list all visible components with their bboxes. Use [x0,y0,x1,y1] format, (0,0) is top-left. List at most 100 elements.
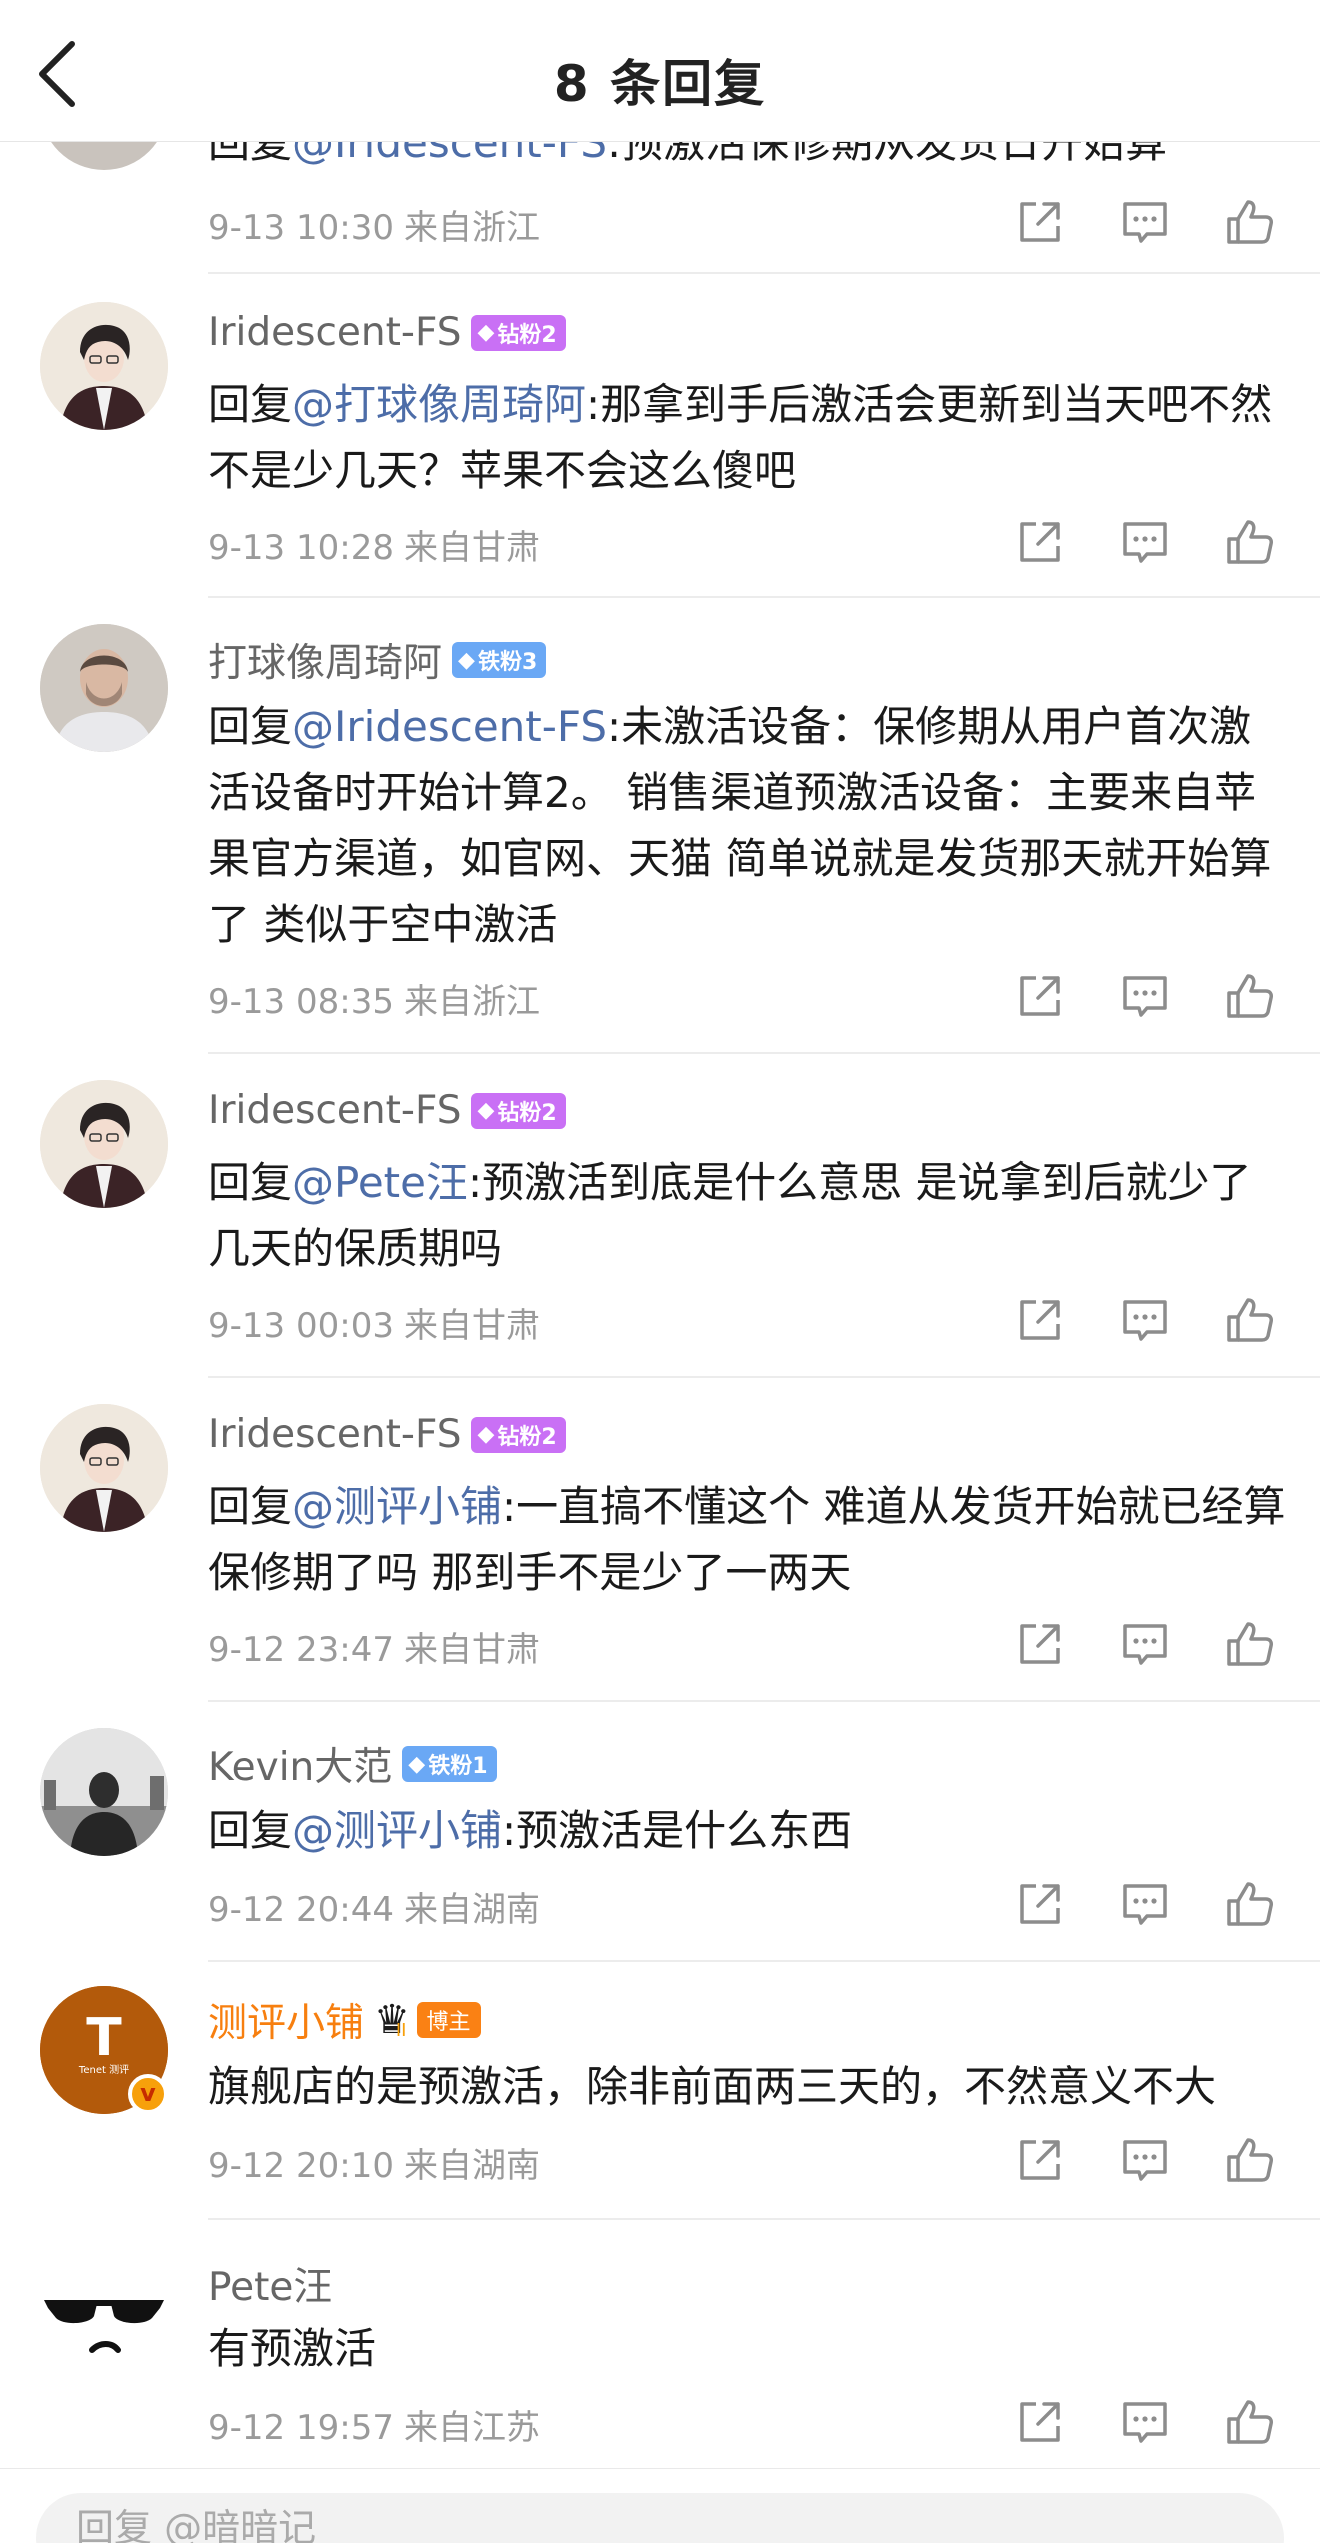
fan-badge: ◆ 铁粉1 [402,1746,497,1782]
share-icon [1020,1300,1060,1340]
timestamp: 9-13 10:30 [208,208,394,248]
mention-link[interactable]: @Pete汪 [292,1158,468,1207]
like-button[interactable] [1222,2394,1278,2450]
comment-button[interactable] [1117,2394,1173,2450]
share-icon [1020,976,1060,1016]
gem-icon: ◆ [477,1422,495,1447]
gem-icon: ◆ [458,647,475,673]
gem-icon: ◆ [477,320,495,345]
divider [208,1376,1320,1378]
username[interactable]: 打球像周琦阿 ◆ 铁粉3 [208,632,547,688]
comment-text: 回复@Iridescent-FS:未激活设备：保修期从用户首次激活设备时开始计算… [208,702,1272,949]
avatar[interactable] [40,624,168,752]
mention-link[interactable]: @打球像周琦阿 [292,380,586,429]
reply-list: 回复@Iridescent-FS:预激活保修期从发货日开始算 9-13 10:3… [0,142,1320,2480]
gem-icon: ◆ [408,1751,426,1777]
crown-level: II [395,2019,407,2041]
comment-button[interactable] [1117,2132,1173,2188]
thumbs-up-icon [1227,974,1273,1018]
username[interactable]: Iridescent-FS ◆ 钻粉2 [208,1088,566,1133]
timestamp: 9-12 19:57 [208,2408,394,2448]
reply-bar: 回复 @暗暗记 [0,2468,1320,2543]
avatar[interactable] [40,2246,168,2374]
timestamp: 9-12 20:10 [208,2146,394,2186]
username[interactable]: Iridescent-FS ◆ 钻粉2 [208,1412,566,1457]
mention-link[interactable]: @Iridescent-FS [292,142,607,167]
reply-input[interactable]: 回复 @暗暗记 [36,2493,1284,2543]
comment-button[interactable] [1117,1292,1173,1348]
divider [208,2218,1320,2220]
location: 来自江苏 [403,2408,540,2448]
timestamp: 9-13 08:35 [208,982,394,1022]
avatar[interactable] [40,1404,168,1532]
like-button[interactable] [1222,968,1278,1024]
share-icon [1020,522,1060,562]
anime-avatar-image [40,1080,168,1208]
thumbs-up-icon [1227,200,1273,244]
avatar[interactable] [40,1728,168,1856]
comment-text: 有预激活 [208,2324,377,2373]
share-button[interactable] [1012,968,1068,1024]
comment-icon [1123,2140,1167,2181]
share-button[interactable] [1012,1876,1068,1932]
avatar[interactable] [40,142,168,170]
photo-avatar-image [40,624,168,752]
like-button[interactable] [1222,1292,1278,1348]
thumbs-up-icon [1227,1298,1273,1342]
blogger-badge: 博主 [416,2002,481,2038]
comment-button[interactable] [1117,1616,1173,1672]
location: 来自甘肃 [403,1630,540,1670]
location: 来自湖南 [403,2146,540,2186]
share-icon [1020,202,1060,242]
username[interactable]: Kevin大范 ◆ 铁粉1 [208,1736,497,1792]
comment-icon [1123,1884,1167,1925]
thumbs-up-icon [1227,1882,1273,1926]
comment-meta: 9-12 20:44 来自湖南 [208,1882,540,1931]
comment-meta: 9-13 00:03 来自甘肃 [208,1298,540,1347]
comment-button[interactable] [1117,968,1173,1024]
username[interactable]: 测评小铺 ♛ II 博主 [208,1992,481,2048]
share-button[interactable] [1012,194,1068,250]
divider [208,1052,1320,1054]
avatar[interactable] [40,302,168,430]
avatar[interactable] [40,1080,168,1208]
share-button[interactable] [1012,2132,1068,2188]
share-button[interactable] [1012,2394,1068,2450]
fan-badge: ◆ 钻粉2 [471,1416,566,1453]
like-button[interactable] [1222,514,1278,570]
comment-text: 旗舰店的是预激活，除非前面两三天的，不然意义不大 [208,2062,1217,2111]
mention-link[interactable]: @测评小铺 [292,1806,502,1855]
like-button[interactable] [1222,1616,1278,1672]
username[interactable]: Iridescent-FS ◆ 钻粉2 [208,310,566,355]
location: 来自浙江 [403,982,540,1022]
comment-button[interactable] [1117,514,1173,570]
sunglasses-emoji-avatar [41,2247,167,2373]
divider [208,1960,1320,1962]
share-icon [1020,2140,1060,2180]
comment-button[interactable] [1117,1876,1173,1932]
username[interactable]: Pete汪 [208,2256,332,2312]
mention-link[interactable]: @测评小铺 [292,1482,502,1531]
avatar[interactable]: T Tenet 测评 v [40,1986,168,2114]
share-button[interactable] [1012,514,1068,570]
thumbs-up-icon [1227,2138,1273,2182]
comment-button[interactable] [1117,194,1173,250]
avatar-letter: T [86,2008,122,2068]
share-icon [1020,1624,1060,1664]
comment-meta: 9-13 10:30 来自浙江 [208,200,540,249]
divider [208,596,1320,598]
top-nav-bar: 8 条回复 [0,0,1320,142]
mention-link[interactable]: @Iridescent-FS [292,702,607,751]
like-button[interactable] [1222,1876,1278,1932]
like-button[interactable] [1222,194,1278,250]
comment-text: 回复@Iridescent-FS:预激活保修期从发货日开始算 [208,142,1288,176]
comment-icon [1123,976,1167,1017]
location: 来自浙江 [403,208,540,248]
location: 来自甘肃 [403,528,540,568]
share-button[interactable] [1012,1616,1068,1672]
photo-avatar-image [40,1728,168,1856]
share-button[interactable] [1012,1292,1068,1348]
divider [208,272,1320,274]
comment-meta: 9-13 08:35 来自浙江 [208,974,540,1023]
like-button[interactable] [1222,2132,1278,2188]
